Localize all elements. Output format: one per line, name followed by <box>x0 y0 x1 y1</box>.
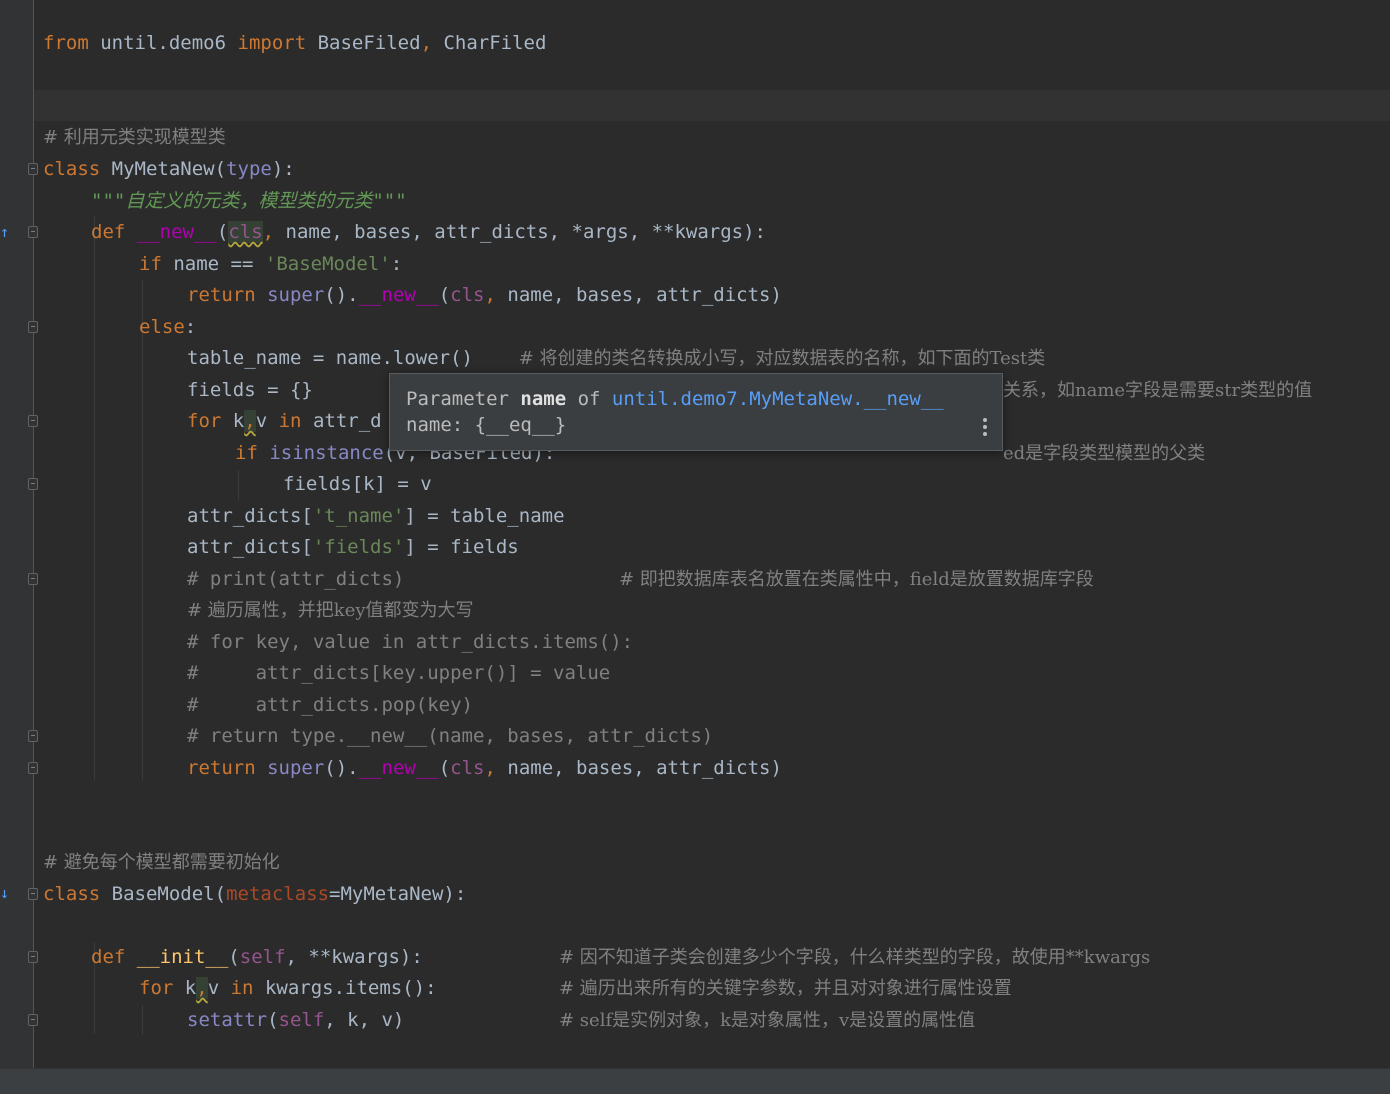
code-line: fields[k] = v <box>283 473 432 495</box>
fold-marker[interactable] <box>28 951 38 963</box>
fold-marker[interactable] <box>28 321 38 333</box>
comment-line: # 避免每个模型都需要初始化 <box>43 852 280 873</box>
code-line: table_name = name.lower() # 将创建的类名转换成小写，… <box>187 347 1046 369</box>
code-line: attr_dicts['t_name'] = table_name <box>187 505 565 527</box>
code-line: for k,v in kwargs.items(): <box>139 977 437 999</box>
class-definition: class BaseModel(metaclass=MyMetaNew): <box>43 883 467 905</box>
comment-line: # attr_dicts[key.upper()] = value <box>187 662 611 684</box>
comment-line: # 因不知道子类会创建多少个字段，什么样类型的字段，故使用**kwargs <box>559 947 1151 968</box>
comment-line: # 即把数据库表名放置在类属性中，field是放置数据库字段 <box>619 569 1094 590</box>
fold-marker[interactable] <box>28 163 38 175</box>
code-line: else: <box>139 316 197 338</box>
method-definition: def __new__(cls, name, bases, attr_dicts… <box>91 221 766 243</box>
comment-fragment: ed是字段类型模型的父类 <box>1003 443 1206 464</box>
override-icon[interactable]: ↑ <box>0 224 9 240</box>
comment-line: # return type.__new__(name, bases, attr_… <box>187 725 714 747</box>
code-line: return super().__new__(cls, name, bases,… <box>187 757 782 779</box>
docstring-line: """自定义的元类，模型类的元类""" <box>91 190 407 212</box>
fold-marker[interactable] <box>28 888 38 900</box>
parameter-info-header: Parameter name of until.demo7.MyMetaNew.… <box>406 388 944 410</box>
current-line-highlight <box>34 90 1390 121</box>
fold-marker[interactable] <box>28 1014 38 1026</box>
implemented-icon[interactable]: ↓ <box>0 885 9 901</box>
fold-marker[interactable] <box>28 573 38 585</box>
code-line: fields = {} <box>187 379 313 401</box>
editor-gutter <box>0 0 34 1068</box>
status-bar <box>0 1068 1390 1094</box>
method-definition: def __init__(self, **kwargs): <box>91 946 423 968</box>
comment-line: # 遍历出来所有的关键字参数，并且对对象进行属性设置 <box>559 978 1012 999</box>
fold-marker[interactable] <box>28 730 38 742</box>
comment-line: # 遍历属性，并把key值都变为大写 <box>187 600 474 621</box>
parameter-type: name: {__eq__} <box>406 414 567 436</box>
comment-fragment: 关系，如name字段是需要str类型的值 <box>1003 380 1313 401</box>
code-line: return super().__new__(cls, name, bases,… <box>187 284 782 306</box>
code-line: if name == 'BaseModel': <box>139 253 403 275</box>
fold-marker[interactable] <box>28 478 38 490</box>
definition-link[interactable]: until.demo7.MyMetaNew.__new__ <box>612 388 944 410</box>
comment-line: # 利用元类实现模型类 <box>43 127 226 148</box>
fold-marker[interactable] <box>28 415 38 427</box>
class-definition: class MyMetaNew(type): <box>43 158 295 180</box>
fold-marker[interactable] <box>28 762 38 774</box>
code-line: for k,v in attr_d <box>187 410 382 432</box>
comment-line: # for key, value in attr_dicts.items(): <box>187 631 634 653</box>
comment-line: # self是实例对象，k是对象属性，v是设置的属性值 <box>559 1010 976 1031</box>
parameter-info-popup: Parameter name of until.demo7.MyMetaNew.… <box>389 373 1003 451</box>
fold-marker[interactable] <box>28 226 38 238</box>
gutter-divider <box>33 0 34 1068</box>
comment-line: # attr_dicts.pop(key) <box>187 694 473 716</box>
code-line: attr_dicts['fields'] = fields <box>187 536 519 558</box>
indent-guide <box>94 216 95 780</box>
more-options-icon[interactable] <box>982 418 988 438</box>
indent-guide <box>142 280 143 780</box>
code-line: setattr(self, k, v) <box>187 1009 405 1031</box>
comment-line: # print(attr_dicts) <box>187 568 405 590</box>
code-line-import: from until.demo6 import BaseFiled, CharF… <box>43 32 547 54</box>
indent-guide <box>238 470 239 500</box>
indent-guide <box>142 1005 143 1035</box>
